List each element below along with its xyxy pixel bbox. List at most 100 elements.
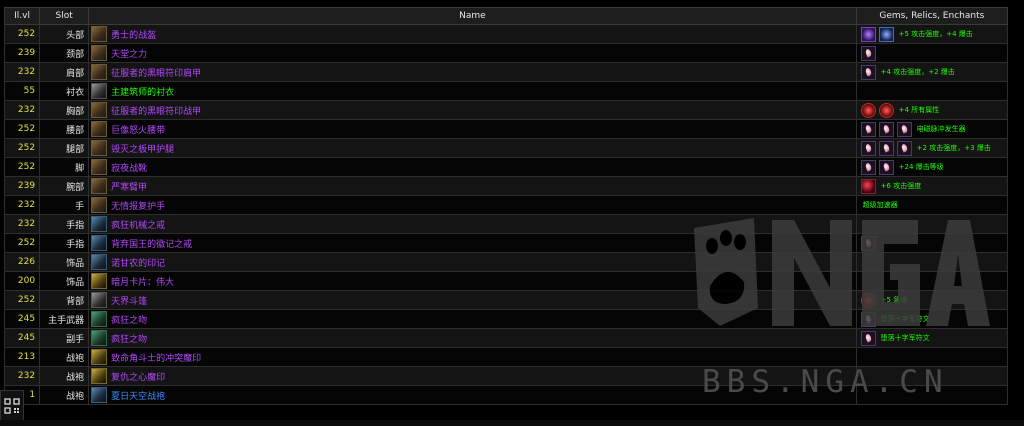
item-entry[interactable]: 寂夜战靴 <box>90 159 856 176</box>
pink-gem-icon[interactable] <box>860 330 876 346</box>
pink-gem-icon[interactable] <box>860 159 876 175</box>
item-entry[interactable]: 天界斗篷 <box>90 292 856 309</box>
item-link[interactable]: 疯狂之吻 <box>111 313 147 326</box>
tabard-icon[interactable] <box>91 387 108 403</box>
item-link[interactable]: 天界斗篷 <box>111 294 147 307</box>
gear-row[interactable]: 252 脚 寂夜战靴 +24 爆击等级 <box>3 157 1009 177</box>
sigil-icon[interactable] <box>91 368 108 384</box>
wrist-icon[interactable] <box>91 178 108 194</box>
item-link[interactable]: 天堂之力 <box>111 47 147 60</box>
axe-icon[interactable] <box>91 330 108 346</box>
gear-row[interactable]: 252 手指 背弃国王的徽记之戒 <box>3 233 1009 253</box>
pink-gem-icon[interactable] <box>860 121 876 137</box>
boots-icon[interactable] <box>91 159 108 175</box>
legs-icon[interactable] <box>91 140 108 156</box>
purple-gem-icon[interactable] <box>860 26 876 42</box>
chest-icon[interactable] <box>91 102 108 118</box>
item-link[interactable]: 严寒臂甲 <box>111 180 147 193</box>
item-link[interactable]: 巨像怒火腰带 <box>111 123 165 136</box>
shirt-icon[interactable] <box>91 83 108 99</box>
pink-gem-icon[interactable] <box>896 121 912 137</box>
item-link[interactable]: 征服者的黑眼符印战甲 <box>111 104 201 117</box>
item-entry[interactable]: 无情报复护手 <box>90 197 856 214</box>
gloves-icon[interactable] <box>91 197 108 213</box>
header-name[interactable]: Name <box>88 7 857 25</box>
gear-row[interactable]: 252 背部 天界斗篷 +5 急速 <box>3 290 1009 310</box>
gear-row[interactable]: 252 头部 勇士的战盔 +5 攻击强度，+4 爆击 <box>3 24 1009 44</box>
gear-row[interactable]: 1 战袍 夏日天空战袍 <box>3 385 1009 405</box>
pink-gem-icon[interactable] <box>860 311 876 327</box>
item-link[interactable]: 致命角斗士的冲突魔印 <box>111 351 201 364</box>
gear-row[interactable]: 232 手 无情报复护手 超级加速器 <box>3 195 1009 215</box>
item-entry[interactable]: 致命角斗士的冲突魔印 <box>90 349 856 366</box>
item-entry[interactable]: 疯狂之吻 <box>90 330 856 347</box>
item-entry[interactable]: 征服者的黑眼符印肩甲 <box>90 64 856 81</box>
item-entry[interactable]: 背弃国王的徽记之戒 <box>90 235 856 252</box>
item-entry[interactable]: 严寒臂甲 <box>90 178 856 195</box>
item-entry[interactable]: 巨像怒火腰带 <box>90 121 856 138</box>
gear-row[interactable]: 213 战袍 致命角斗士的冲突魔印 <box>3 347 1009 367</box>
pink-gem-icon[interactable] <box>860 64 876 80</box>
item-link[interactable]: 寂夜战靴 <box>111 161 147 174</box>
belt-icon[interactable] <box>91 121 108 137</box>
blue-gem-icon[interactable] <box>878 26 894 42</box>
gear-row[interactable]: 245 主手武器 疯狂之吻 堕落十字军符文 <box>3 309 1009 329</box>
item-link[interactable]: 复仇之心魔印 <box>111 370 165 383</box>
item-entry[interactable]: 诺甘农的印记 <box>90 254 856 271</box>
pink-gem-icon[interactable] <box>878 121 894 137</box>
item-entry[interactable]: 天堂之力 <box>90 45 856 62</box>
item-link[interactable]: 疯狂之吻 <box>111 332 147 345</box>
item-entry[interactable]: 主建筑师的衬衣 <box>90 83 856 100</box>
item-link[interactable]: 背弃国王的徽记之戒 <box>111 237 192 250</box>
pink-gem-icon[interactable] <box>878 159 894 175</box>
crimson-gem-icon[interactable] <box>860 178 876 194</box>
gear-row[interactable]: 226 饰品 诺甘农的印记 <box>3 252 1009 272</box>
red-gem-icon[interactable] <box>860 292 876 308</box>
pink-gem-icon[interactable] <box>860 140 876 156</box>
qr-code-button[interactable] <box>0 390 24 422</box>
gear-row[interactable]: 239 腕部 严寒臂甲 +6 攻击强度 <box>3 176 1009 196</box>
pink-gem-icon[interactable] <box>860 235 876 251</box>
item-link[interactable]: 暗月卡片：伟大 <box>111 275 174 288</box>
necklace-icon[interactable] <box>91 45 108 61</box>
sigil-icon[interactable] <box>91 349 108 365</box>
pink-gem-icon[interactable] <box>878 140 894 156</box>
item-link[interactable]: 征服者的黑眼符印肩甲 <box>111 66 201 79</box>
card-icon[interactable] <box>91 273 108 289</box>
red-gem-icon[interactable] <box>878 102 894 118</box>
cloak-icon[interactable] <box>91 292 108 308</box>
item-link[interactable]: 主建筑师的衬衣 <box>111 85 174 98</box>
item-entry[interactable]: 毁灭之板甲护腿 <box>90 140 856 157</box>
helm-icon[interactable] <box>91 26 108 42</box>
header-slot[interactable]: Slot <box>39 7 90 25</box>
pink-gem-icon[interactable] <box>860 45 876 61</box>
axe-icon[interactable] <box>91 311 108 327</box>
ring-icon[interactable] <box>91 235 108 251</box>
shoulder-icon[interactable] <box>91 64 108 80</box>
gear-row[interactable]: 245 副手 疯狂之吻 堕落十字军符文 <box>3 328 1009 348</box>
item-entry[interactable]: 勇士的战盔 <box>90 26 856 43</box>
header-ilvl[interactable]: Il.vl <box>3 7 41 25</box>
gear-row[interactable]: 232 肩部 征服者的黑眼符印肩甲 +4 攻击强度，+2 爆击 <box>3 62 1009 82</box>
gear-row[interactable]: 200 饰品 暗月卡片：伟大 <box>3 271 1009 291</box>
gear-row[interactable]: 232 战袍 复仇之心魔印 <box>3 366 1009 386</box>
gear-row[interactable]: 252 腿部 毁灭之板甲护腿 +2 攻击强度，+3 爆击 <box>3 138 1009 158</box>
item-entry[interactable]: 疯狂之吻 <box>90 311 856 328</box>
item-link[interactable]: 疯狂机械之戒 <box>111 218 165 231</box>
pink-gem-icon[interactable] <box>896 140 912 156</box>
item-link[interactable]: 诺甘农的印记 <box>111 256 165 269</box>
header-gems[interactable]: Gems, Relics, Enchants <box>855 7 1009 25</box>
gear-row[interactable]: 239 颈部 天堂之力 <box>3 43 1009 63</box>
gear-row[interactable]: 232 胸部 征服者的黑眼符印战甲 +4 所有属性 <box>3 100 1009 120</box>
gear-row[interactable]: 232 手指 疯狂机械之戒 <box>3 214 1009 234</box>
item-link[interactable]: 勇士的战盔 <box>111 28 156 41</box>
item-link[interactable]: 无情报复护手 <box>111 199 165 212</box>
red-gem-icon[interactable] <box>860 102 876 118</box>
trinket-icon[interactable] <box>91 254 108 270</box>
item-entry[interactable]: 征服者的黑眼符印战甲 <box>90 102 856 119</box>
item-entry[interactable]: 疯狂机械之戒 <box>90 216 856 233</box>
gear-row[interactable]: 55 衬衣 主建筑师的衬衣 <box>3 81 1009 101</box>
item-entry[interactable]: 复仇之心魔印 <box>90 368 856 385</box>
item-link[interactable]: 毁灭之板甲护腿 <box>111 142 174 155</box>
item-entry[interactable]: 暗月卡片：伟大 <box>90 273 856 290</box>
